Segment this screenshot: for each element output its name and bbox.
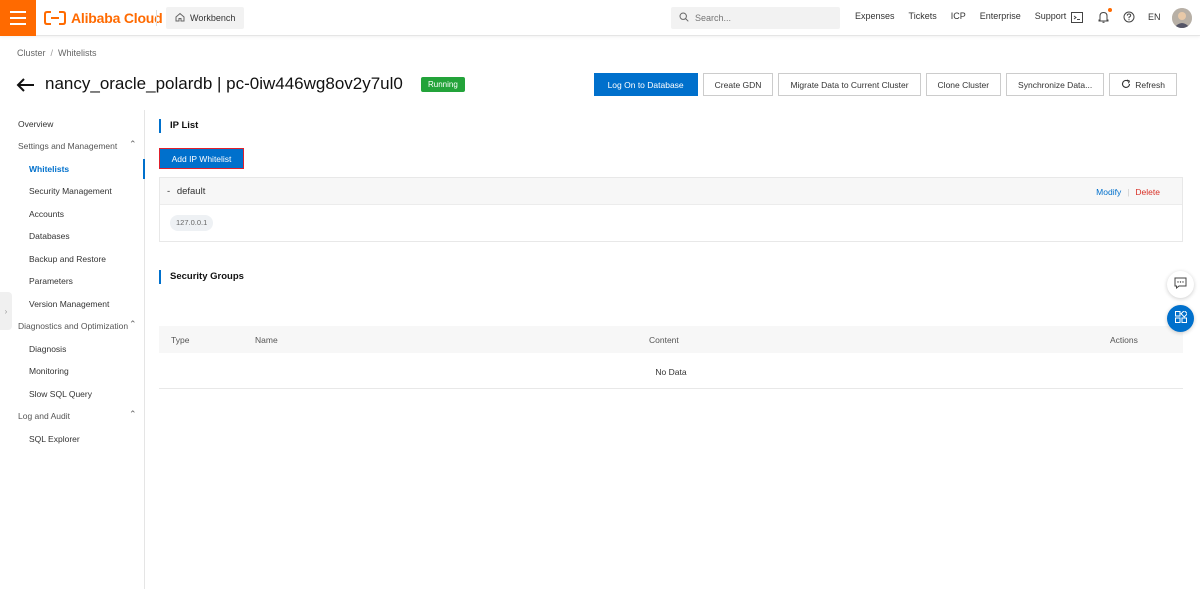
chevron-up-icon[interactable]: ⌃ bbox=[129, 139, 137, 150]
sync-label: Synchronize Data... bbox=[1018, 79, 1093, 90]
feedback-chat-button[interactable] bbox=[1167, 271, 1194, 298]
chevron-up-icon[interactable]: ⌃ bbox=[129, 319, 137, 330]
log-on-label: Log On to Database bbox=[607, 79, 684, 90]
whitelist-group-actions: Modify | Delete bbox=[1096, 187, 1160, 197]
chat-icon bbox=[1174, 276, 1187, 294]
chevron-up-icon[interactable]: ⌃ bbox=[129, 409, 137, 420]
delete-link[interactable]: Delete bbox=[1135, 187, 1160, 197]
add-ip-whitelist-button[interactable]: Add IP Whitelist bbox=[159, 148, 244, 169]
chevron-right-icon: › bbox=[4, 306, 8, 316]
add-ip-whitelist-label: Add IP Whitelist bbox=[171, 153, 232, 164]
table-header: Type Name Content Actions bbox=[159, 326, 1183, 353]
refresh-button[interactable]: Refresh bbox=[1109, 73, 1177, 96]
column-header-name: Name bbox=[255, 335, 278, 345]
sidebar-group-settings[interactable]: Settings and Management bbox=[18, 141, 117, 151]
whitelist-group-name[interactable]: - default bbox=[167, 186, 205, 197]
migrate-label: Migrate Data to Current Cluster bbox=[790, 79, 909, 90]
search-icon bbox=[679, 9, 689, 27]
sidebar-group-diagnostics[interactable]: Diagnostics and Optimization bbox=[18, 321, 128, 331]
top-links: Expenses Tickets ICP Enterprise Support bbox=[855, 11, 1080, 21]
tickets-link[interactable]: Tickets bbox=[909, 11, 937, 21]
action-separator: | bbox=[1127, 187, 1130, 197]
sidebar-item-security-management[interactable]: Security Management bbox=[29, 186, 112, 196]
back-arrow-icon[interactable] bbox=[16, 76, 36, 94]
sidebar-item-accounts[interactable]: Accounts bbox=[29, 209, 64, 219]
sidebar-collapse-toggle[interactable]: › bbox=[0, 292, 12, 330]
empty-state-text: No Data bbox=[655, 367, 687, 377]
ip-address-tag: 127.0.0.1 bbox=[170, 215, 214, 231]
modify-link[interactable]: Modify bbox=[1096, 187, 1121, 197]
user-avatar[interactable] bbox=[1172, 8, 1192, 28]
home-icon bbox=[175, 12, 185, 24]
sidebar-item-sql-explorer[interactable]: SQL Explorer bbox=[29, 434, 80, 444]
whitelist-group-card: - default Modify | Delete 127.0.0.1 bbox=[159, 177, 1183, 242]
log-on-to-database-button[interactable]: Log On to Database bbox=[593, 73, 698, 96]
enterprise-link[interactable]: Enterprise bbox=[980, 11, 1021, 21]
help-icon[interactable] bbox=[1122, 10, 1136, 24]
divider bbox=[156, 10, 157, 26]
sidebar-item-backup-and-restore[interactable]: Backup and Restore bbox=[29, 254, 106, 264]
notification-bell-icon[interactable] bbox=[1096, 8, 1112, 24]
table-body: No Data bbox=[159, 353, 1183, 389]
search-input[interactable] bbox=[695, 13, 825, 23]
refresh-label: Refresh bbox=[1135, 79, 1165, 90]
create-gdn-label: Create GDN bbox=[714, 79, 762, 90]
whitelist-group-header: - default Modify | Delete bbox=[160, 178, 1182, 205]
apps-button[interactable] bbox=[1167, 305, 1194, 332]
terminal-icon[interactable] bbox=[1070, 10, 1084, 24]
notification-dot bbox=[1108, 8, 1112, 12]
migrate-data-button[interactable]: Migrate Data to Current Cluster bbox=[778, 73, 921, 96]
column-header-type: Type bbox=[171, 335, 190, 345]
expenses-link[interactable]: Expenses bbox=[855, 11, 895, 21]
sidebar-item-version-management[interactable]: Version Management bbox=[29, 299, 109, 309]
breadcrumb-whitelists: Whitelists bbox=[58, 48, 97, 58]
page-title: nancy_oracle_polardb | pc-0iw446wg8ov2y7… bbox=[45, 74, 403, 93]
refresh-icon bbox=[1121, 78, 1131, 91]
support-link[interactable]: Support bbox=[1035, 11, 1067, 21]
sidebar-item-whitelists[interactable]: Whitelists bbox=[29, 164, 69, 174]
top-navigation-bar: Alibaba Cloud Workbench Expenses Tickets… bbox=[0, 0, 1200, 36]
breadcrumb: Cluster / Whitelists bbox=[17, 48, 97, 58]
sidebar-item-overview[interactable]: Overview bbox=[18, 119, 53, 129]
clone-label: Clone Cluster bbox=[937, 79, 990, 90]
synchronize-data-button[interactable]: Synchronize Data... bbox=[1006, 73, 1105, 96]
security-groups-table: Type Name Content Actions No Data bbox=[159, 326, 1183, 389]
sidebar-item-parameters[interactable]: Parameters bbox=[29, 276, 73, 286]
breadcrumb-cluster[interactable]: Cluster bbox=[17, 48, 46, 58]
group-name-label: default bbox=[176, 186, 206, 197]
search-box[interactable] bbox=[671, 7, 840, 29]
workbench-label: Workbench bbox=[190, 13, 236, 23]
create-gdn-button[interactable]: Create GDN bbox=[702, 73, 774, 96]
sidebar-item-monitoring[interactable]: Monitoring bbox=[29, 366, 69, 376]
hamburger-menu-button[interactable] bbox=[0, 0, 36, 36]
clone-cluster-button[interactable]: Clone Cluster bbox=[925, 73, 1002, 96]
breadcrumb-separator: / bbox=[50, 48, 54, 58]
workbench-button[interactable]: Workbench bbox=[166, 7, 245, 29]
column-header-actions: Actions bbox=[1110, 335, 1138, 345]
sidebar: Overview Settings and Management ⌃ White… bbox=[0, 110, 145, 589]
icp-link[interactable]: ICP bbox=[951, 11, 966, 21]
collapse-icon[interactable]: - bbox=[167, 186, 170, 197]
apps-grid-icon bbox=[1174, 309, 1188, 328]
alibaba-cloud-logo-icon bbox=[44, 11, 66, 25]
sidebar-item-slow-sql-query[interactable]: Slow SQL Query bbox=[29, 389, 92, 399]
top-icons: EN bbox=[1070, 8, 1161, 24]
column-header-content: Content bbox=[649, 335, 679, 345]
sidebar-group-log-and-audit[interactable]: Log and Audit bbox=[18, 411, 70, 421]
security-groups-title: Security Groups bbox=[159, 270, 244, 284]
ip-list-title: IP List bbox=[159, 119, 198, 133]
sidebar-item-diagnosis[interactable]: Diagnosis bbox=[29, 344, 66, 354]
sidebar-active-indicator bbox=[143, 159, 145, 179]
sidebar-item-databases[interactable]: Databases bbox=[29, 231, 70, 241]
status-badge: Running bbox=[421, 77, 465, 92]
alibaba-cloud-logo[interactable]: Alibaba Cloud bbox=[44, 8, 163, 28]
logo-text: Alibaba Cloud bbox=[71, 10, 163, 26]
action-toolbar: Log On to Database Create GDN Migrate Da… bbox=[593, 73, 1177, 96]
language-switcher[interactable]: EN bbox=[1148, 12, 1161, 22]
